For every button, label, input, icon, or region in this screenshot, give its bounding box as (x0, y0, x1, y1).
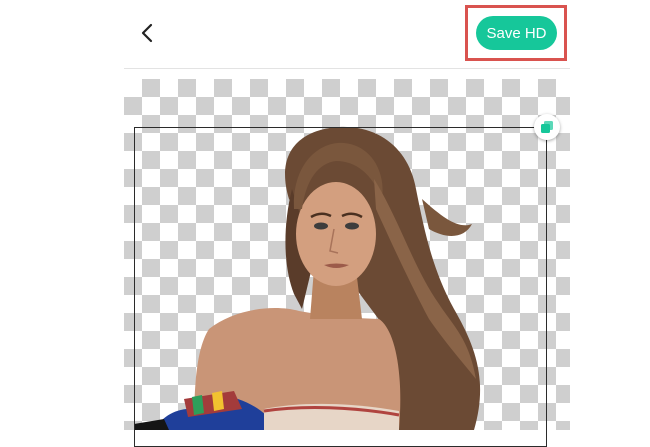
save-hd-button[interactable]: Save HD (476, 16, 557, 50)
layers-handle[interactable] (534, 114, 560, 140)
cutout-portrait-image (134, 126, 481, 430)
header-divider (124, 68, 570, 69)
chevron-left-icon (141, 23, 153, 43)
back-button[interactable] (132, 16, 162, 50)
layers-icon (541, 121, 553, 133)
editor-canvas[interactable] (124, 79, 570, 430)
